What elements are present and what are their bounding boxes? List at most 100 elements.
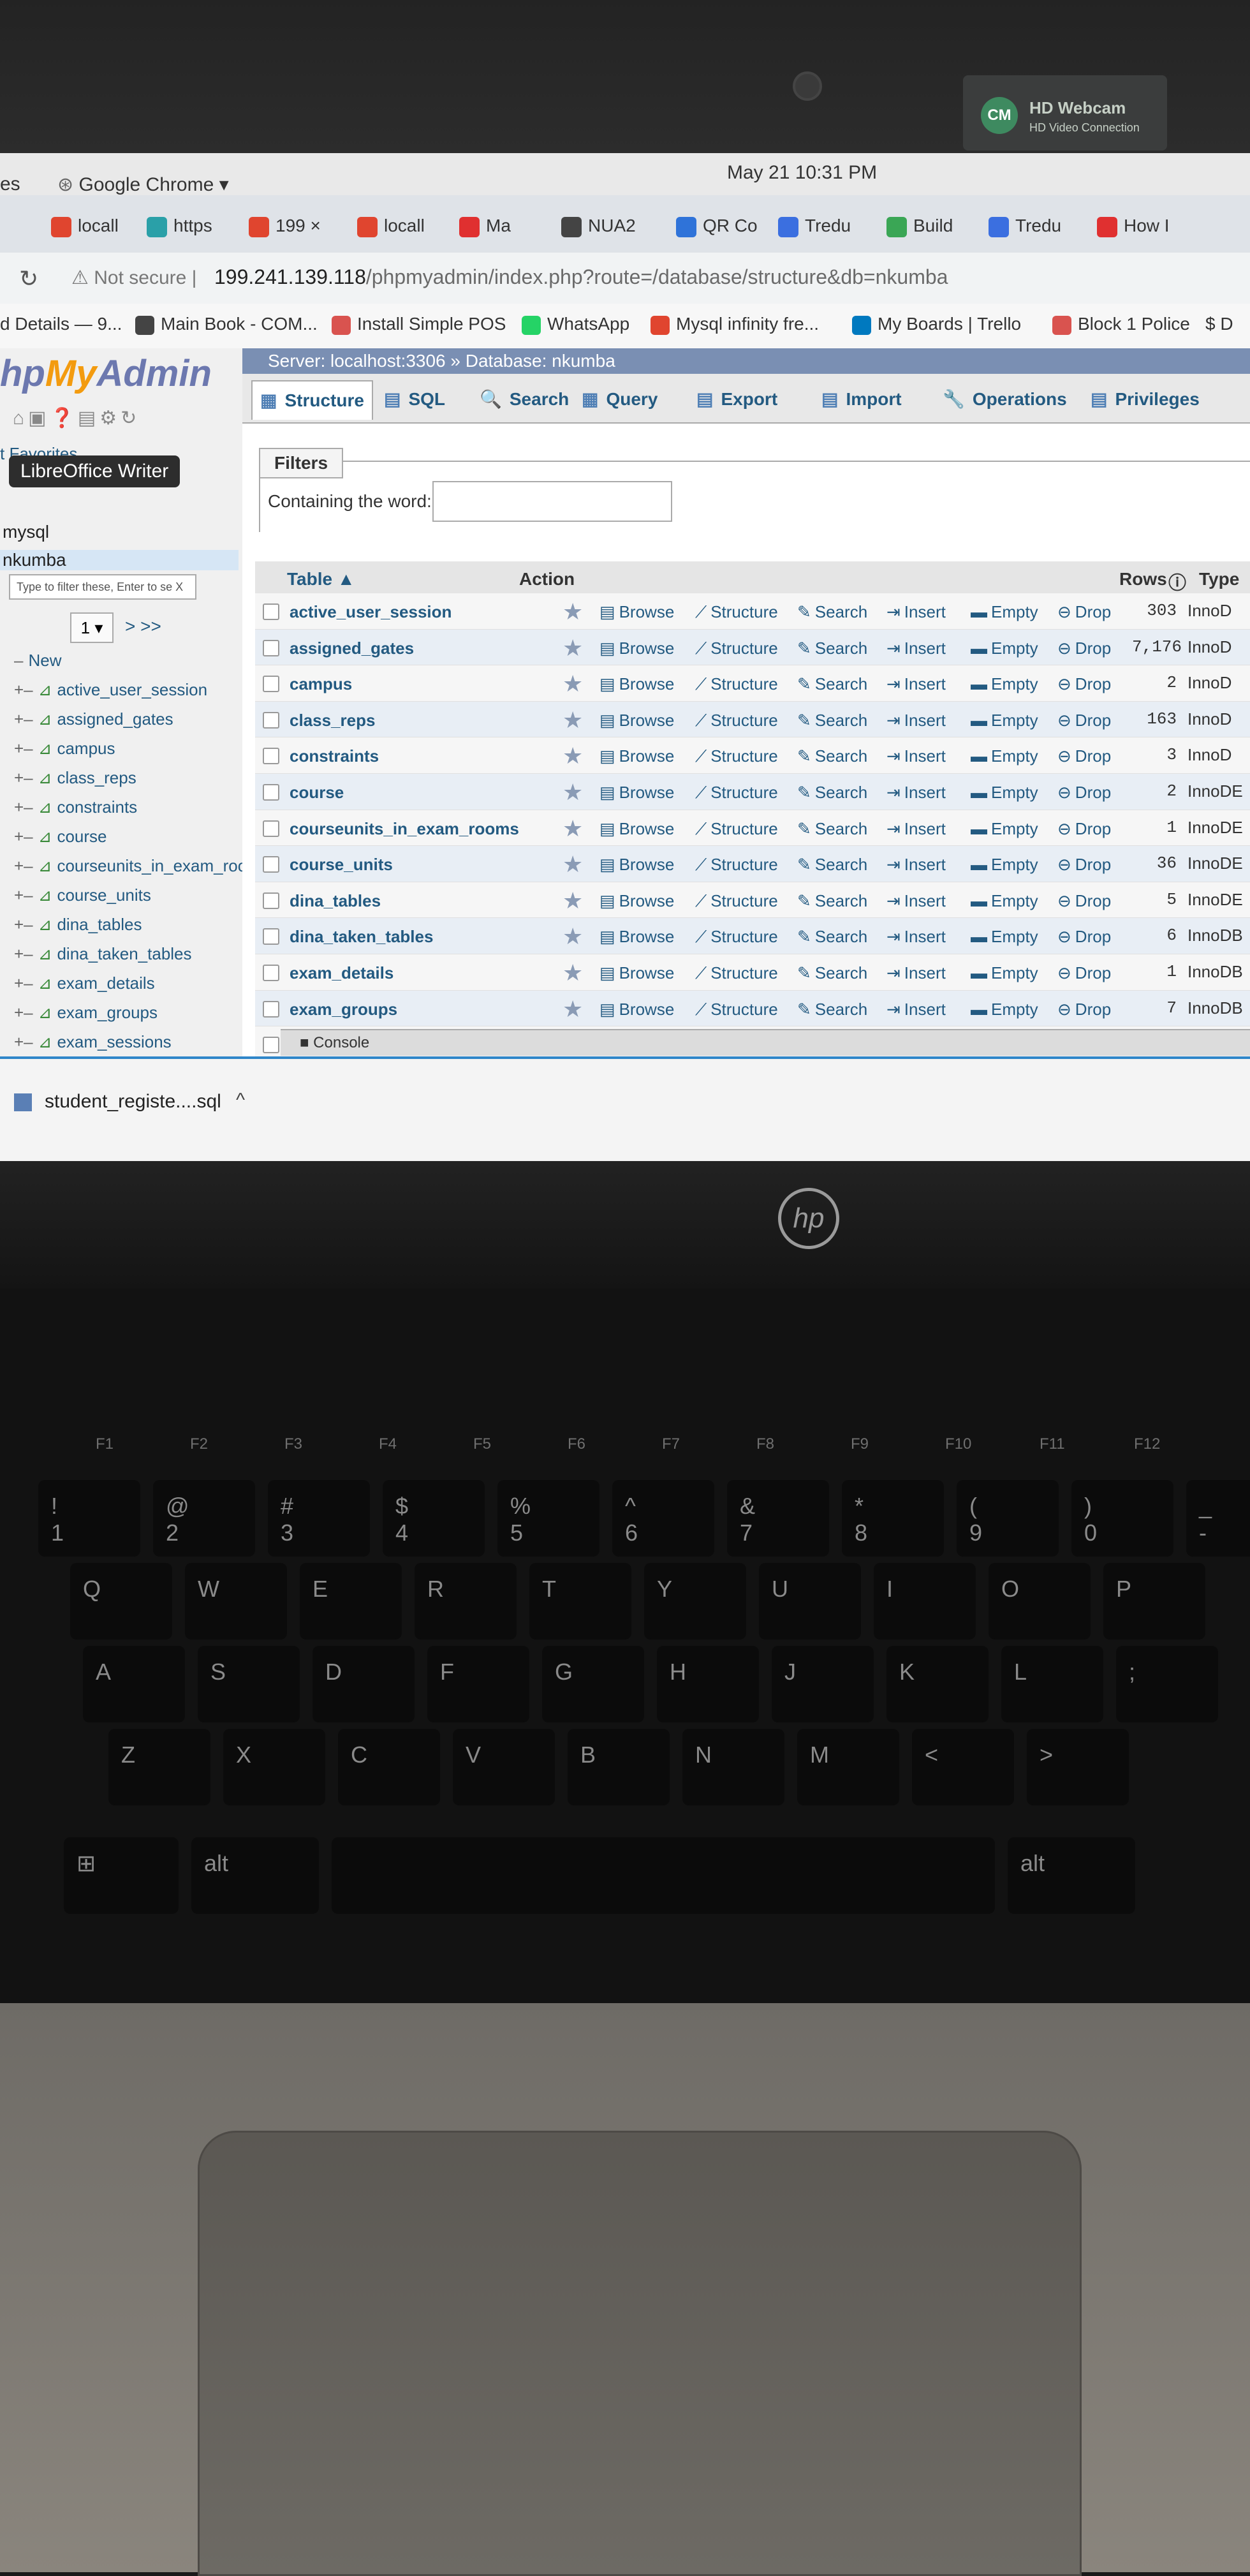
keyboard-key[interactable]: B [568,1729,670,1805]
function-key[interactable]: F1 [96,1435,114,1453]
browser-tab[interactable]: Ma [459,207,511,245]
action-empty-link[interactable]: ▬Empty [971,783,1038,803]
action-browse-link[interactable]: ▤Browse [599,927,674,947]
action-structure-link[interactable]: ⟋Structure [695,602,778,623]
expand-icon[interactable]: +– [14,827,33,846]
action-drop-link[interactable]: ⊖Drop [1057,963,1111,983]
action-structure-link[interactable]: ⟋Structure [695,927,778,947]
activities-button[interactable]: es [0,174,20,195]
action-search-link[interactable]: ✎Search [797,963,867,983]
keyboard-key[interactable]: J [772,1646,874,1722]
keyboard-key[interactable]: ; [1116,1646,1218,1722]
keyboard-key[interactable]: X [223,1729,325,1805]
browser-tab[interactable]: locall [357,207,425,245]
expand-icon[interactable]: +– [14,944,33,963]
row-checkbox[interactable] [263,603,279,620]
browser-tab[interactable]: Tredu [989,207,1061,245]
favorite-star-icon[interactable]: ★ [562,670,583,697]
tree-item-table[interactable]: +– ⊿ campus [14,739,115,759]
tree-item-table[interactable]: +– ⊿ dina_taken_tables [14,944,192,964]
containing-word-input[interactable] [432,481,672,522]
action-insert-link[interactable]: ⇥Insert [886,963,946,983]
keyboard-key[interactable]: P [1103,1563,1205,1640]
action-search-link[interactable]: ✎Search [797,639,867,658]
nav-filter-input[interactable]: Type to filter these, Enter to se X [9,574,196,600]
action-drop-link[interactable]: ⊖Drop [1057,602,1111,622]
action-insert-link[interactable]: ⇥Insert [886,855,946,875]
action-search-link[interactable]: ✎Search [797,746,867,766]
keyboard-key[interactable]: % 5 [497,1480,599,1557]
action-structure-link[interactable]: ⟋Structure [695,674,778,695]
phpmyadmin-logo[interactable]: hpMyAdmin [0,352,212,395]
favorite-star-icon[interactable]: ★ [562,887,583,914]
favorite-star-icon[interactable]: ★ [562,779,583,806]
action-search-link[interactable]: ✎Search [797,1000,867,1019]
action-browse-link[interactable]: ▤Browse [599,674,674,694]
action-empty-link[interactable]: ▬Empty [971,746,1038,766]
keyboard-key[interactable]: T [529,1563,631,1640]
help-icon[interactable]: ⓘ [1168,569,1186,595]
windows-key[interactable]: ⊞ [64,1837,179,1914]
row-checkbox[interactable] [263,748,279,765]
table-name-link[interactable]: campus [290,674,352,694]
function-key[interactable]: F4 [379,1435,397,1453]
action-search-link[interactable]: ✎Search [797,674,867,694]
row-checkbox[interactable] [263,892,279,909]
settings-icon[interactable]: ⚙ [99,408,121,429]
bookmark-item[interactable]: Mysql infinity fre... [651,314,819,335]
row-checkbox[interactable] [263,928,279,945]
action-drop-link[interactable]: ⊖Drop [1057,927,1111,947]
function-key[interactable]: F8 [756,1435,774,1453]
action-browse-link[interactable]: ▤Browse [599,855,674,875]
action-search-link[interactable]: ✎Search [797,783,867,803]
action-empty-link[interactable]: ▬Empty [971,927,1038,947]
keyboard-key[interactable]: > [1027,1729,1129,1805]
tree-item-new[interactable]: – New [14,651,61,670]
action-structure-link[interactable]: ⟋Structure [695,891,778,912]
browser-tab[interactable]: locall [51,207,119,245]
clock[interactable]: May 21 10:31 PM [727,162,877,184]
expand-icon[interactable]: +– [14,885,33,905]
action-browse-link[interactable]: ▤Browse [599,1000,674,1019]
keyboard-key[interactable]: V [453,1729,555,1805]
keyboard-key[interactable]: ! 1 [38,1480,140,1557]
keyboard-key[interactable]: N [682,1729,784,1805]
expand-icon[interactable]: +– [14,856,33,875]
row-checkbox[interactable] [263,1000,279,1018]
function-key[interactable]: F9 [851,1435,869,1453]
action-structure-link[interactable]: ⟋Structure [695,746,778,767]
action-structure-link[interactable]: ⟋Structure [695,639,778,659]
spacebar[interactable] [332,1837,995,1914]
download-menu-caret[interactable]: ^ [236,1090,245,1111]
action-drop-link[interactable]: ⊖Drop [1057,1000,1111,1019]
tree-item-table[interactable]: +– ⊿ dina_tables [14,915,142,935]
favorite-star-icon[interactable]: ★ [562,598,583,625]
keyboard-key[interactable]: E [300,1563,402,1640]
table-name-link[interactable]: active_user_session [290,602,452,622]
table-name-link[interactable]: exam_details [290,963,393,983]
expand-icon[interactable]: +– [14,973,33,993]
action-structure-link[interactable]: ⟋Structure [695,711,778,731]
table-name-link[interactable]: course_units [290,855,393,875]
action-search-link[interactable]: ✎Search [797,711,867,730]
table-name-link[interactable]: constraints [290,746,379,766]
action-empty-link[interactable]: ▬Empty [971,819,1038,839]
action-insert-link[interactable]: ⇥Insert [886,746,946,766]
keyboard-key[interactable]: @2 [153,1480,255,1557]
browser-tab[interactable]: QR Co [676,207,758,245]
expand-icon[interactable]: +– [14,739,33,758]
action-empty-link[interactable]: ▬Empty [971,639,1038,658]
expand-icon[interactable]: +– [14,709,33,729]
keyboard-key[interactable]: Q [70,1563,172,1640]
action-browse-link[interactable]: ▤Browse [599,639,674,658]
keyboard-key[interactable]: Y [644,1563,746,1640]
keyboard-key[interactable]: & 7 [727,1480,829,1557]
keyboard-key[interactable]: _ - [1186,1480,1250,1557]
action-empty-link[interactable]: ▬Empty [971,963,1038,983]
favorite-star-icon[interactable]: ★ [562,815,583,842]
action-drop-link[interactable]: ⊖Drop [1057,711,1111,730]
download-item[interactable]: student_registe....sql [14,1091,221,1113]
tab-query[interactable]: ▦ Query [582,380,658,418]
browser-tab[interactable]: Build [886,207,953,245]
row-checkbox[interactable] [263,676,279,693]
